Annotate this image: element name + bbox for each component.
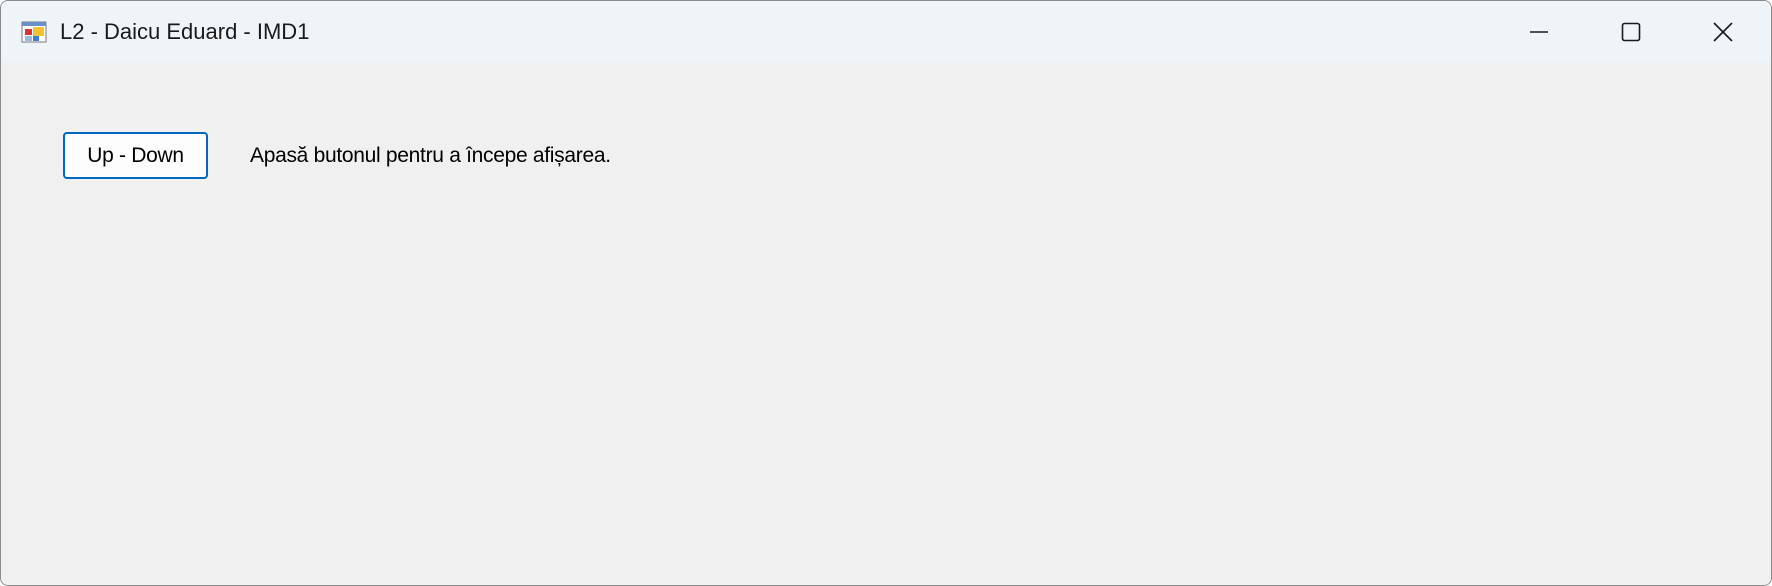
close-button[interactable] xyxy=(1677,1,1769,63)
close-icon xyxy=(1712,21,1734,43)
maximize-button[interactable] xyxy=(1585,1,1677,63)
minimize-button[interactable] xyxy=(1493,1,1585,63)
form-client-area: Up - Down Apasă butonul pentru a începe … xyxy=(1,63,1771,585)
app-icon[interactable] xyxy=(21,20,47,44)
window-title: L2 - Daicu Eduard - IMD1 xyxy=(60,19,310,44)
app-window: L2 - Daicu Eduard - IMD1 Up - Down Apasă… xyxy=(0,0,1772,586)
minimize-icon xyxy=(1528,21,1550,43)
title-bar[interactable]: L2 - Daicu Eduard - IMD1 xyxy=(1,1,1771,63)
status-label: Apasă butonul pentru a începe afișarea. xyxy=(250,144,611,167)
maximize-icon xyxy=(1620,21,1642,43)
up-down-button[interactable]: Up - Down xyxy=(63,132,208,179)
